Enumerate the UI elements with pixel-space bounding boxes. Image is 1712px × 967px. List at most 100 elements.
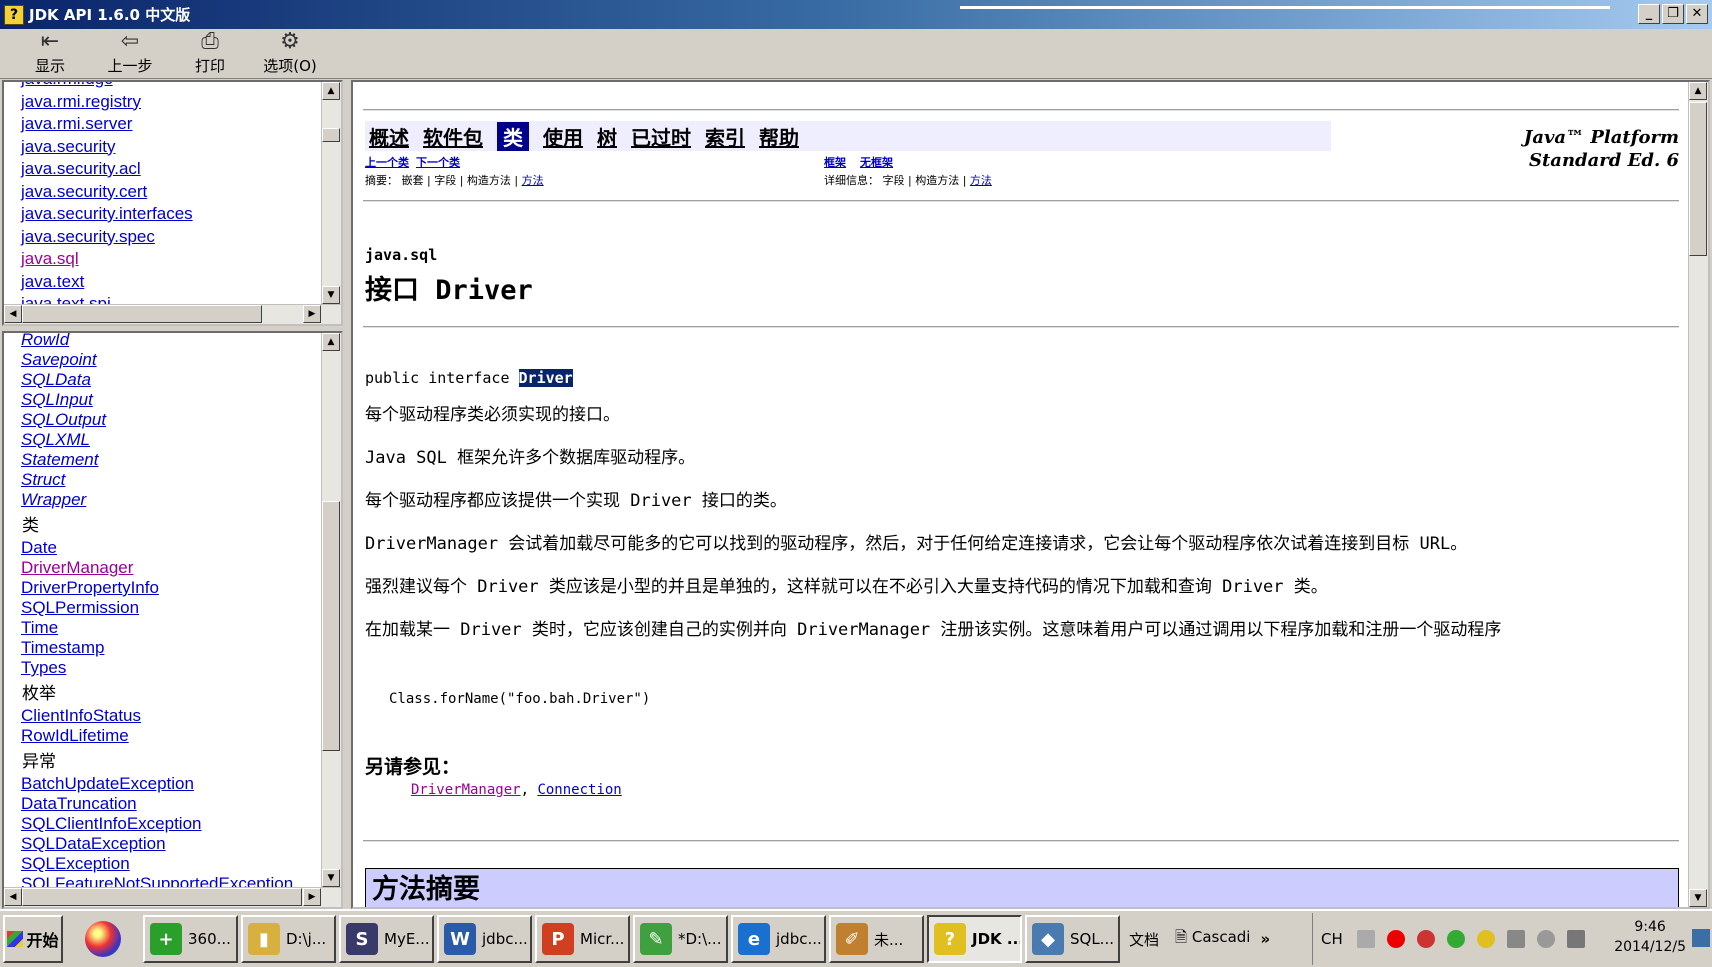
nav-item[interactable]: 使用 — [543, 122, 583, 151]
taskbar-button[interactable]: S MyE... — [339, 915, 434, 963]
package-hscroll[interactable]: ◀ ▶ — [4, 304, 341, 324]
scroll-thumb[interactable] — [322, 128, 340, 142]
device-icon[interactable] — [1506, 930, 1525, 948]
class-link[interactable]: RowId — [4, 333, 321, 350]
cascadia-toolbar[interactable]: 🗎 Cascadi — [1175, 927, 1250, 952]
nav-item[interactable]: 概述 — [369, 122, 409, 151]
quick-launch[interactable] — [63, 915, 143, 963]
class-hscroll[interactable]: ◀ ▶ — [4, 887, 341, 907]
scroll-up-arrow-icon[interactable]: ▲ — [1689, 82, 1707, 100]
scroll-thumb[interactable] — [1689, 102, 1707, 256]
taskbar-button[interactable]: e jdbc... — [731, 915, 826, 963]
scroll-thumb[interactable] — [322, 501, 340, 751]
class-link[interactable]: BatchUpdateException — [4, 774, 321, 794]
class-link[interactable]: SQLOutput — [4, 410, 321, 430]
class-link[interactable]: Savepoint — [4, 350, 321, 370]
restore-button[interactable]: ❐ — [1662, 4, 1684, 24]
scroll-down-arrow-icon[interactable]: ▼ — [322, 286, 340, 304]
pane-splitter[interactable] — [343, 80, 351, 909]
taskbar-button[interactable]: ✐ 未... — [829, 915, 924, 963]
class-link[interactable]: SQLPermission — [4, 598, 321, 618]
toolbar-button-options[interactable]: ⚙ 选项(O) — [250, 29, 330, 77]
nav-item[interactable]: 树 — [597, 122, 617, 151]
prev-class-link[interactable]: 上一个类 — [365, 156, 409, 169]
scroll-down-arrow-icon[interactable]: ▼ — [322, 869, 340, 887]
class-link[interactable]: DataTruncation — [4, 794, 321, 814]
docs-toolbar[interactable]: 文档 — [1129, 929, 1159, 950]
class-link[interactable]: SQLData — [4, 370, 321, 390]
package-link[interactable]: java.rmi.registry — [4, 91, 321, 114]
package-link[interactable]: java.text — [4, 271, 321, 294]
package-link[interactable]: java.security.cert — [4, 181, 321, 204]
keyboard-icon[interactable] — [1356, 930, 1375, 948]
class-link[interactable]: ClientInfoStatus — [4, 706, 321, 726]
nav-item[interactable]: 帮助 — [759, 122, 799, 151]
nav-item[interactable]: 软件包 — [423, 122, 483, 151]
package-link[interactable]: java.security.spec — [4, 226, 321, 249]
taskbar-button[interactable]: ✎ *D:\... — [633, 915, 728, 963]
toolbar-button-show[interactable]: ⇤ 显示 — [10, 29, 90, 77]
class-link[interactable]: Time — [4, 618, 321, 638]
taskbar-button[interactable]: +360... — [143, 915, 238, 963]
more-chevron-icon[interactable]: » — [1260, 930, 1270, 948]
package-link[interactable]: java.security.interfaces — [4, 203, 321, 226]
toolbar-button-back[interactable]: ⇦ 上一步 — [90, 29, 170, 77]
package-link[interactable]: java.rmi.dgc — [4, 82, 321, 91]
see-drivermanager-link[interactable]: DriverManager — [411, 782, 521, 798]
see-connection-link[interactable]: Connection — [537, 782, 621, 798]
class-link[interactable]: Statement — [4, 450, 321, 470]
language-indicator[interactable]: CH — [1321, 930, 1343, 948]
network-icon[interactable] — [1566, 930, 1585, 948]
scroll-right-arrow-icon[interactable]: ▶ — [303, 305, 321, 323]
scroll-left-arrow-icon[interactable]: ◀ — [4, 305, 22, 323]
record-icon[interactable] — [1386, 930, 1405, 948]
class-link[interactable]: SQLFeatureNotSupportedException — [4, 874, 321, 887]
start-button[interactable]: 开始 — [3, 915, 63, 963]
taskbar-button[interactable]: P Micr... — [535, 915, 630, 963]
scroll-right-arrow-icon[interactable]: ▶ — [303, 888, 321, 906]
package-link[interactable]: java.security — [4, 136, 321, 159]
taskbar-button[interactable]: ▮ D:\j... — [241, 915, 336, 963]
class-link[interactable]: Date — [4, 538, 321, 558]
summary-method-link[interactable]: 方法 — [522, 174, 544, 187]
package-link[interactable]: java.security.acl — [4, 158, 321, 181]
detail-method-link[interactable]: 方法 — [970, 174, 992, 187]
scroll-thumb[interactable] — [22, 888, 302, 906]
class-link[interactable]: SQLXML — [4, 430, 321, 450]
class-link[interactable]: DriverPropertyInfo — [4, 578, 321, 598]
toolbar-button-print[interactable]: ⎙ 打印 — [170, 29, 250, 77]
class-link[interactable]: Types — [4, 658, 321, 678]
class-link[interactable]: Wrapper — [4, 490, 321, 510]
package-vscroll[interactable]: ▲ ▼ — [321, 82, 341, 304]
selected-text[interactable]: Driver — [518, 369, 573, 387]
show-desktop-icon[interactable] — [1692, 929, 1710, 947]
taskbar-button[interactable]: Wjdbc... — [437, 915, 532, 963]
app-launcher-icon[interactable] — [85, 921, 121, 957]
security-icon[interactable] — [1416, 930, 1435, 948]
nav-item[interactable]: 已过时 — [631, 122, 691, 151]
package-link[interactable]: java.rmi.server — [4, 113, 321, 136]
close-button[interactable]: ✕ — [1686, 4, 1708, 24]
package-link[interactable]: java.sql — [4, 248, 321, 271]
nav-item[interactable]: 索引 — [705, 122, 745, 151]
class-link[interactable]: SQLInput — [4, 390, 321, 410]
scroll-up-arrow-icon[interactable]: ▲ — [322, 333, 340, 351]
shield-icon[interactable] — [1446, 930, 1465, 948]
class-link[interactable]: SQLException — [4, 854, 321, 874]
class-vscroll[interactable]: ▲ ▼ — [321, 333, 341, 887]
minimize-button[interactable]: _ — [1638, 4, 1660, 24]
scroll-down-arrow-icon[interactable]: ▼ — [1689, 889, 1707, 907]
plus-icon[interactable] — [1476, 930, 1495, 948]
clock[interactable]: 9:46 2014/12/5 — [1614, 917, 1686, 957]
taskbar-button[interactable]: ? JDK ... — [927, 915, 1022, 963]
content-vscroll[interactable]: ▲ ▼ — [1688, 82, 1708, 907]
class-link[interactable]: Struct — [4, 470, 321, 490]
no-frames-link[interactable]: 无框架 — [860, 156, 893, 169]
class-link[interactable]: RowIdLifetime — [4, 726, 321, 746]
class-link[interactable]: DriverManager — [4, 558, 321, 578]
package-link[interactable]: java.text.spi — [4, 293, 321, 304]
frames-link[interactable]: 框架 — [824, 156, 846, 169]
class-link[interactable]: SQLDataException — [4, 834, 321, 854]
scroll-up-arrow-icon[interactable]: ▲ — [322, 82, 340, 100]
next-class-link[interactable]: 下一个类 — [416, 156, 460, 169]
